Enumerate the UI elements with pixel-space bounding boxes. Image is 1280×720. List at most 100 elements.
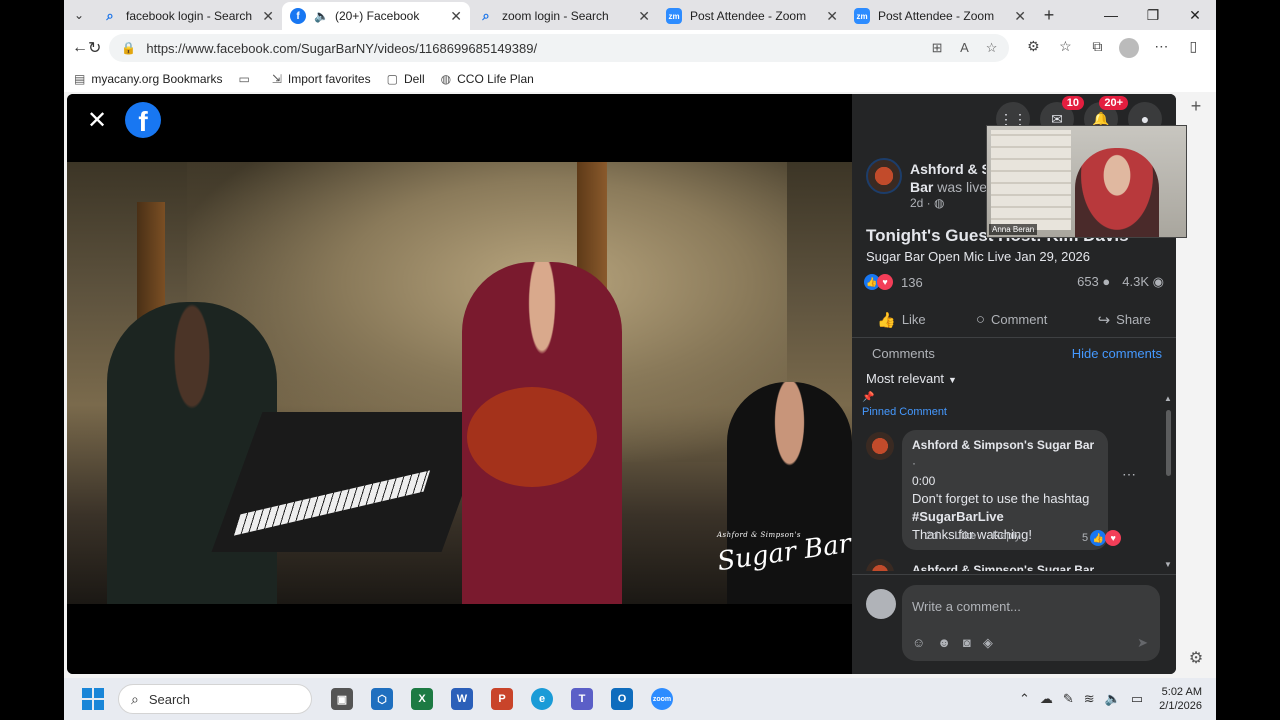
comment-like-button[interactable]: Like [954,530,976,542]
taskbar-clock[interactable]: 5:02 AM 2/1/2026 [1159,685,1202,713]
battery-icon[interactable]: ▭ [1131,691,1143,707]
comment-author[interactable]: Ashford & Simpson's Sugar Bar [912,563,1094,571]
zoom-icon: zm [666,8,682,24]
close-window-icon[interactable]: ✕ [1174,0,1216,30]
sidebar-toggle-icon[interactable]: ▯ [1177,38,1209,58]
comment-count[interactable]: 653 ● [1077,274,1110,290]
browser-tab-bar: ⌄ ⌕ facebook login - Search ✕ f 🔈 (20+) … [64,0,1216,30]
wifi-icon[interactable]: ≋ [1084,691,1095,707]
teams-icon[interactable]: T [562,682,602,716]
tab-close-icon[interactable]: ✕ [1014,8,1026,25]
scroll-thumb[interactable] [1166,410,1171,476]
refresh-icon[interactable]: ↻ [88,34,101,62]
edge-icon[interactable]: e [522,682,562,716]
new-tab-button[interactable]: + [1034,5,1064,26]
speaker-icon[interactable]: 🔈 [314,9,329,23]
comments-scrollbar[interactable]: ▲ ▼ [1164,394,1172,569]
tab-facebook[interactable]: f 🔈 (20+) Facebook ✕ [282,2,470,30]
comment-button[interactable]: ○ Comment [976,311,1047,328]
close-icon[interactable]: ✕ [87,106,107,135]
settings-icon[interactable]: ⚙ [1176,648,1216,668]
fav-dell[interactable]: ▢ Dell [387,72,425,86]
excel-icon[interactable]: X [402,682,442,716]
reaction-count[interactable]: 136 [901,275,923,290]
love-reaction-icon: ♥ [877,274,893,290]
favorite-star-icon[interactable]: ☆ [986,40,998,55]
tab-actions-menu-icon[interactable]: ⌄ [64,0,94,30]
like-button[interactable]: 👍 Like [877,311,926,329]
tab-zoom-login-search[interactable]: ⌕ zoom login - Search ✕ [470,2,658,30]
fav-cco-life-plan[interactable]: ◍ CCO Life Plan [441,72,534,86]
comments-label: Comments [872,346,935,361]
url-field[interactable]: 🔒 https://www.facebook.com/SugarBarNY/vi… [109,34,1010,62]
like-reaction-icon: 👍 [1090,530,1107,546]
more-menu-icon[interactable]: ⋯ [1145,38,1177,58]
tab-close-icon[interactable]: ✕ [450,8,462,25]
camera-icon[interactable]: ◙ [963,635,971,651]
volume-icon[interactable]: 🔈 [1105,691,1121,707]
restore-icon[interactable]: ❐ [1132,0,1174,30]
fav-link[interactable]: ▭ [239,72,256,86]
taskbar-search-label: Search [148,691,191,707]
fav-label: myacany.org Bookmarks [91,72,223,86]
hide-comments-link[interactable]: Hide comments [1072,346,1162,361]
page-avatar[interactable] [866,158,902,194]
comment-input[interactable]: Write a comment... ☺ ☻ ◙ ◈ ➤ [902,585,1160,661]
commenter-avatar[interactable] [866,559,894,571]
pen-icon[interactable]: ✎ [1063,691,1074,707]
sort-label: Most relevant [866,371,945,386]
send-icon[interactable]: ➤ [1137,635,1148,651]
favorites-icon[interactable]: ☆ [1049,38,1081,58]
back-icon[interactable]: ← [72,34,88,62]
page-name-line1[interactable]: Ashford & Si [910,161,995,177]
comment-reply-button[interactable]: Reply [992,530,1020,542]
tab-close-icon[interactable]: ✕ [638,8,650,25]
taskbar-search[interactable]: ⌕ Search [118,684,312,714]
zoom-icon[interactable]: zoom [642,682,682,716]
comment-reactions[interactable]: 5 👍 ♥ [1082,530,1129,546]
comment-timestamp[interactable]: 0:00 [912,472,1098,490]
task-view-icon[interactable]: ▣ [322,682,362,716]
apps-available-icon[interactable]: ⊞ [932,40,943,55]
folder-icon: ▢ [386,72,398,86]
emoji-icon[interactable]: ☻ [937,635,951,651]
fav-import-favorites[interactable]: ⇲ Import favorites [272,72,371,86]
minimize-icon[interactable]: — [1090,0,1132,30]
sticker-icon[interactable]: ◈ [983,635,993,651]
facebook-logo-icon[interactable]: f [125,102,161,138]
app-icon-blue[interactable]: ⬡ [362,682,402,716]
tab-post-attendee-zoom-2[interactable]: zm Post Attendee - Zoom ✕ [846,2,1034,30]
tab-facebook-login-search[interactable]: ⌕ facebook login - Search ✕ [94,2,282,30]
commenter-avatar[interactable] [866,432,894,460]
tab-close-icon[interactable]: ✕ [826,8,838,25]
video-player[interactable]: Ashford & Simpson's Sugar Bar [67,162,852,604]
powerpoint-icon[interactable]: P [482,682,522,716]
outlook-icon[interactable]: O [602,682,642,716]
extensions-icon[interactable]: ⚙ [1017,38,1049,58]
collections-icon[interactable]: ⧉ [1081,38,1113,58]
chevron-up-icon[interactable]: ⌃ [1019,691,1030,707]
comment-hashtag[interactable]: #SugarBarLive [912,508,1098,526]
avatar-sticker-icon[interactable]: ☺ [912,635,925,651]
fav-myacany-bookmarks[interactable]: ▤ myacany.org Bookmarks [74,72,223,86]
comment-sort-dropdown[interactable]: Most relevant ▼ [866,371,957,386]
read-aloud-icon[interactable]: A [960,40,968,55]
lock-icon[interactable]: 🔒 [121,41,136,55]
page-name-line2[interactable]: Bar [910,179,933,195]
comment-author[interactable]: Ashford & Simpson's Sugar Bar · [912,436,1098,472]
windows-start-icon[interactable] [82,688,104,710]
comment-more-icon[interactable]: ⋯ [1122,466,1136,483]
profile-icon[interactable] [1113,38,1145,58]
zoom-participant-video[interactable]: Anna Beran [986,125,1187,238]
add-sidebar-app-icon[interactable]: + [1176,96,1216,117]
tab-post-attendee-zoom-1[interactable]: zm Post Attendee - Zoom ✕ [658,2,846,30]
scroll-up-icon[interactable]: ▲ [1164,394,1172,403]
scroll-down-icon[interactable]: ▼ [1164,560,1172,569]
tab-close-icon[interactable]: ✕ [262,8,274,25]
share-button[interactable]: ↪ Share [1098,311,1151,329]
post-age[interactable]: 2d · [910,196,931,210]
onedrive-icon[interactable]: ☁ [1040,691,1053,707]
word-icon[interactable]: W [442,682,482,716]
my-avatar[interactable] [866,589,896,619]
comment-age[interactable]: 2d [926,530,938,542]
